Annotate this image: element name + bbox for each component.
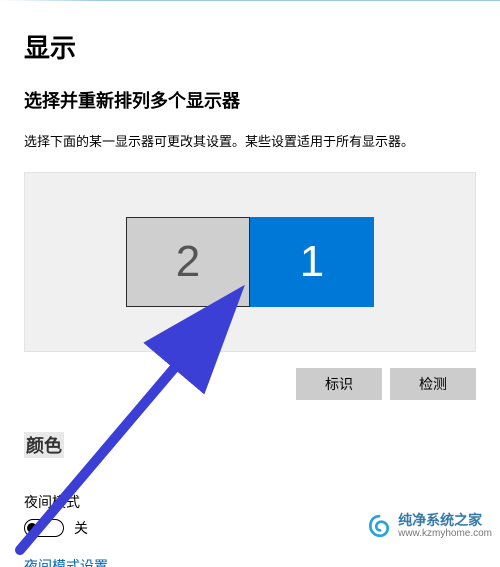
watermark: 纯净系统之家 www.kzmyhome.com (366, 512, 492, 539)
night-mode-toggle[interactable] (24, 519, 64, 537)
page-title: 显示 (24, 28, 476, 65)
night-mode-settings-link[interactable]: 夜间模式设置 (24, 556, 108, 567)
display-actions: 标识 检测 (24, 368, 476, 400)
color-section: 颜色 夜间模式 关 夜间模式设置 (24, 432, 476, 567)
arrange-description: 选择下面的某一显示器可更改其设置。某些设置适用于所有显示器。 (24, 131, 476, 150)
night-mode-label: 夜间模式 (24, 492, 476, 512)
identify-button[interactable]: 标识 (296, 368, 382, 400)
detect-button[interactable]: 检测 (390, 368, 476, 400)
settings-display-panel: 显示 选择并重新排列多个显示器 选择下面的某一显示器可更改其设置。某些设置适用于… (0, 0, 500, 567)
monitor-2-tile[interactable]: 2 (126, 217, 250, 307)
monitor-1-tile[interactable]: 1 (250, 217, 374, 307)
display-arranger[interactable]: 2 1 (24, 172, 476, 352)
monitor-1-label: 1 (300, 237, 324, 287)
monitor-2-label: 2 (176, 237, 200, 287)
watermark-url: www.kzmyhome.com (398, 529, 492, 539)
toggle-knob (27, 523, 37, 533)
swirl-icon (366, 513, 392, 539)
color-heading: 颜色 (24, 432, 64, 458)
night-mode-state: 关 (74, 518, 88, 538)
arrange-heading: 选择并重新排列多个显示器 (24, 87, 476, 113)
watermark-brand: 纯净系统之家 (398, 512, 482, 528)
